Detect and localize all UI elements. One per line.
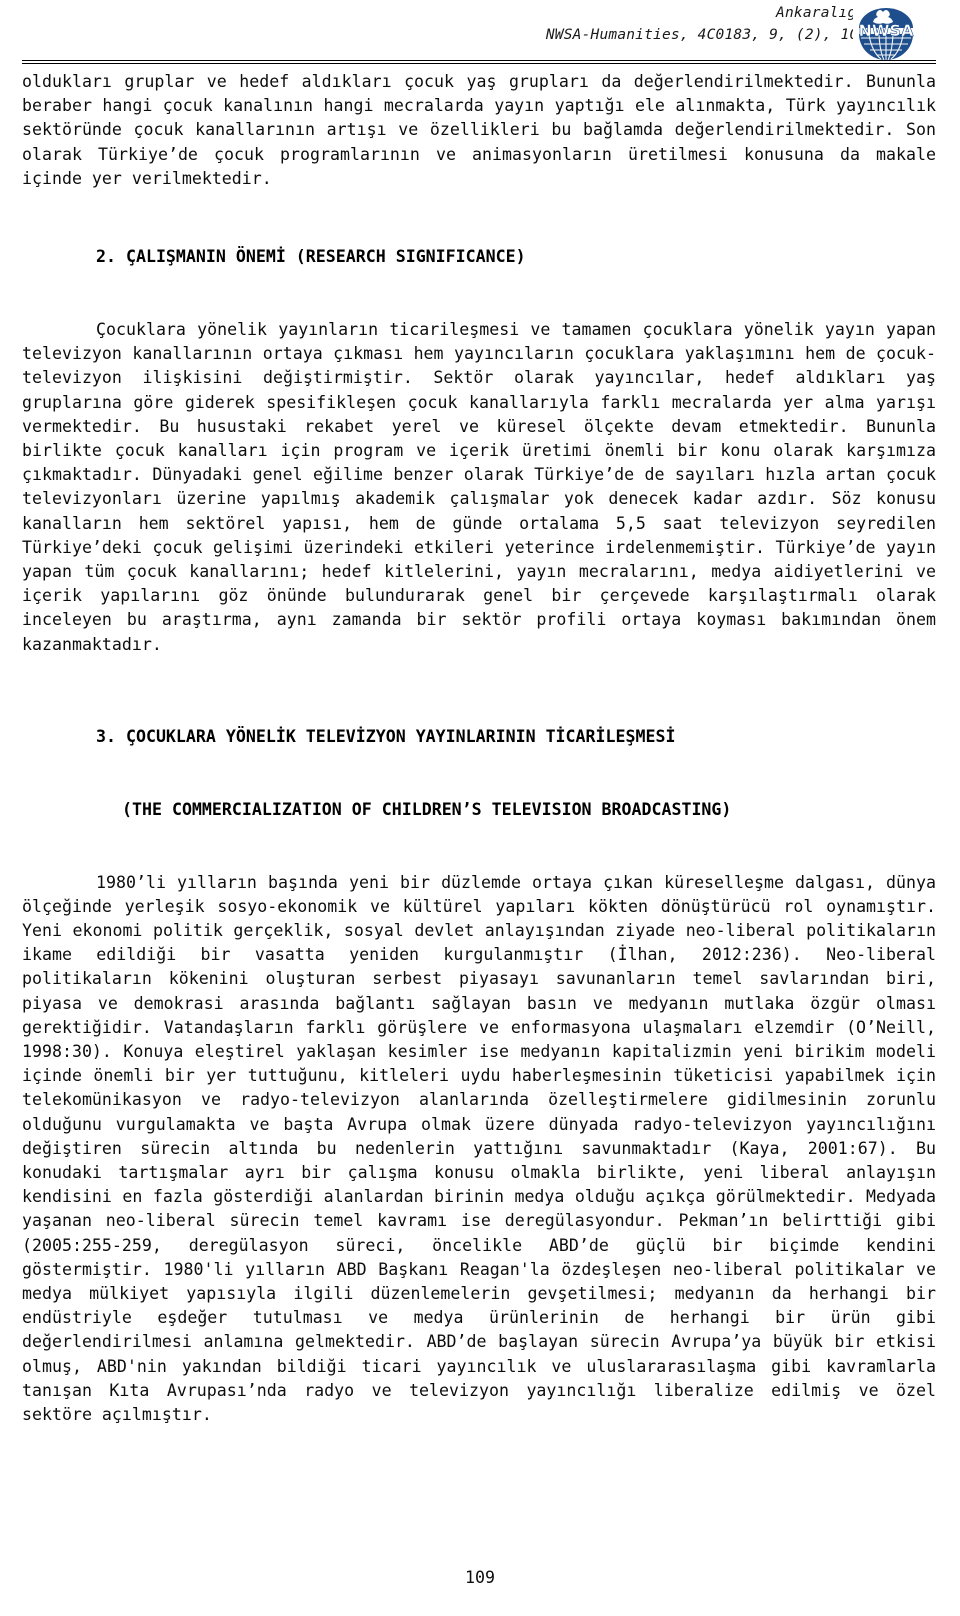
- page-number: 109: [465, 1568, 495, 1587]
- section-2-heading: 2. ÇALIŞMANIN ÖNEMİ (RESEARCH SIGNIFICAN…: [22, 197, 936, 318]
- section-2-heading-line: 2. ÇALIŞMANIN ÖNEMİ (RESEARCH SIGNIFICAN…: [96, 247, 526, 267]
- running-header-citation: NWSA-Humanities, 4C0183, 9, (2), 107-126…: [545, 27, 912, 43]
- paragraph-continued: oldukları gruplar ve hedef aldıkları çoc…: [22, 72, 936, 188]
- running-header-author: Ankaralıgil, N.: [776, 5, 910, 21]
- logo-wordmark: NWSA: [859, 21, 915, 40]
- document-body: oldukları gruplar ve hedef aldıkları çoc…: [22, 70, 936, 1427]
- section-3-heading-line-2: (THE COMMERCIALIZATION OF CHILDREN’S TEL…: [122, 799, 732, 819]
- section-3-heading: 3. ÇOCUKLARA YÖNELİK TELEVİZYON YAYINLAR…: [22, 677, 936, 871]
- header-divider: [22, 60, 936, 64]
- section-3-heading-line-1: 3. ÇOCUKLARA YÖNELİK TELEVİZYON YAYINLAR…: [96, 727, 676, 747]
- nwsa-logo: NWSA: [853, 4, 919, 62]
- document-page: Ankaralıgil, N. NWSA-Humanities, 4C0183,…: [0, 0, 960, 1616]
- running-header: Ankaralıgil, N. NWSA-Humanities, 4C0183,…: [0, 2, 912, 46]
- section-3-paragraph: 1980’li yılların başında yeni bir düzlem…: [22, 872, 936, 1424]
- section-2-paragraph: Çocuklara yönelik yayınların ticarileşme…: [22, 320, 936, 654]
